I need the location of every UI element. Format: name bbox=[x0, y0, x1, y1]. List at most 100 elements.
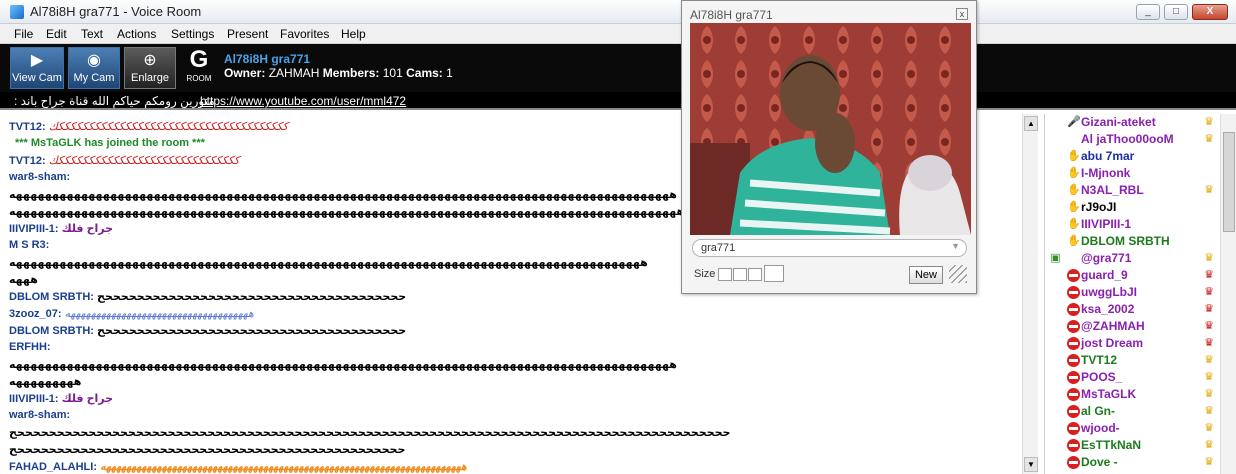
owner-label: Owner: bbox=[224, 66, 266, 80]
play-icon: ▶ bbox=[30, 52, 44, 69]
user-list-item[interactable]: @ZAHMAH ♛ bbox=[1045, 318, 1220, 335]
chat-nick[interactable]: IIIVIPIII-1: bbox=[9, 223, 59, 235]
camera-user-value: gra771 bbox=[701, 242, 736, 254]
chat-nick[interactable]: war8-sham: bbox=[9, 409, 70, 421]
no-entry-icon bbox=[1067, 388, 1080, 401]
size-large-button[interactable] bbox=[748, 268, 762, 281]
enlarge-label: Enlarge bbox=[131, 72, 169, 84]
user-list-item[interactable]: Al jaThoo00ooM ♛ bbox=[1045, 131, 1220, 148]
chat-text: ههههههههههههههههههههههههههههههههههههه bbox=[64, 308, 254, 320]
size-small-button[interactable] bbox=[718, 268, 732, 281]
size-xlarge-button[interactable] bbox=[764, 265, 784, 282]
user-list-item[interactable]: 🎤 Gizani-ateket ♛ bbox=[1045, 114, 1220, 131]
view-cam-button[interactable]: ▶ View Cam bbox=[10, 47, 64, 89]
magnifier-icon: ⊕ bbox=[143, 52, 157, 69]
user-list-item[interactable]: ✋ DBLOM SRBTH bbox=[1045, 233, 1220, 250]
user-list-item[interactable]: MsTaGLK ♛ bbox=[1045, 386, 1220, 403]
close-button[interactable]: X bbox=[1192, 4, 1228, 20]
chat-nick[interactable]: IIIVIPIII-1: bbox=[9, 393, 59, 405]
user-list[interactable]: 🎤 Gizani-ateket ♛ Al jaThoo00ooM ♛ ✋ abu 7mar ✋… bbox=[1044, 114, 1220, 474]
user-list-scrollbar[interactable] bbox=[1220, 114, 1236, 474]
chevron-down-icon[interactable]: ▼ bbox=[951, 241, 960, 251]
chat-nick[interactable]: 3zooz_07: bbox=[9, 308, 62, 320]
red-crown-icon: ♛ bbox=[1204, 320, 1214, 332]
camera-window[interactable]: Al78i8H gra771 x gra771 ▼ Size New bbox=[681, 0, 977, 294]
chat-nick[interactable]: DBLOM SRBTH: bbox=[9, 325, 94, 337]
user-list-item[interactable]: TVT12 ♛ bbox=[1045, 352, 1220, 369]
chat-nick[interactable]: ERFHH: bbox=[9, 341, 51, 353]
menu-bar: File Edit Text Actions Settings Present … bbox=[0, 24, 1236, 44]
maximize-button[interactable]: □ bbox=[1164, 4, 1188, 20]
chat-message: IIIVIPIII-1: جراح فلك bbox=[9, 392, 1022, 409]
user-name: DBLOM SRBTH bbox=[1081, 234, 1170, 248]
user-list-item[interactable]: ✋ IIIVIPIII-1 bbox=[1045, 216, 1220, 233]
user-list-item[interactable]: ▣ @gra771 ♛ bbox=[1045, 250, 1220, 267]
user-list-item[interactable]: ksa_2002 ♛ bbox=[1045, 301, 1220, 318]
room-info: Owner: ZAHMAH Members: 101 Cams: 1 bbox=[224, 66, 453, 80]
minimize-button[interactable]: _ bbox=[1136, 4, 1160, 20]
resize-grip-icon[interactable] bbox=[949, 265, 967, 283]
menu-present[interactable]: Present bbox=[227, 27, 268, 41]
scroll-down-icon[interactable]: ▼ bbox=[1024, 457, 1038, 472]
user-list-item[interactable]: ✋ abu 7mar bbox=[1045, 148, 1220, 165]
scroll-thumb[interactable] bbox=[1223, 132, 1235, 232]
chat-text: جراح فلك bbox=[61, 223, 114, 235]
user-list-item[interactable]: ✋ rJ9oJI bbox=[1045, 199, 1220, 216]
crown-icon: ♛ bbox=[1204, 371, 1214, 383]
menu-help[interactable]: Help bbox=[341, 27, 366, 41]
menu-favorites[interactable]: Favorites bbox=[280, 27, 329, 41]
user-name: POOS_ bbox=[1081, 370, 1123, 384]
new-button[interactable]: New bbox=[909, 266, 943, 284]
user-list-item[interactable]: EsTTkNaN ♛ bbox=[1045, 437, 1220, 454]
chat-nick[interactable]: TVT12: bbox=[9, 121, 46, 133]
chat-message: حححححححححححححححححححححححححححححححححححححححح… bbox=[9, 443, 1022, 460]
chat-nick[interactable]: war8-sham: bbox=[9, 171, 70, 183]
menu-edit[interactable]: Edit bbox=[46, 27, 67, 41]
chat-text: حححححححححححححححححححححححححححححححححححححححح… bbox=[9, 427, 731, 439]
chat-nick[interactable]: TVT12: bbox=[9, 155, 46, 167]
user-name: ksa_2002 bbox=[1081, 302, 1135, 316]
no-entry-icon bbox=[1067, 269, 1080, 282]
scroll-up-icon[interactable]: ▲ bbox=[1024, 116, 1038, 131]
members-value: 101 bbox=[382, 66, 403, 80]
user-list-item[interactable]: al Gn- ♛ bbox=[1045, 403, 1220, 420]
chat-text: هههههههههههههههههههههههههههههههههههههههه… bbox=[9, 359, 677, 371]
no-entry-icon bbox=[1067, 371, 1080, 384]
chat-nick[interactable]: DBLOM SRBTH: bbox=[9, 291, 94, 303]
user-list-item[interactable]: POOS_ ♛ bbox=[1045, 369, 1220, 386]
user-list-item[interactable]: Dove - ♛ bbox=[1045, 454, 1220, 471]
enlarge-button[interactable]: ⊕ Enlarge bbox=[124, 47, 176, 89]
user-list-item[interactable]: ✋ N3AL_RBL ♛ bbox=[1045, 182, 1220, 199]
user-list-item[interactable]: guard_9 ♛ bbox=[1045, 267, 1220, 284]
chat-message: ERFHH: bbox=[9, 341, 1022, 358]
user-list-item[interactable]: wjood- ♛ bbox=[1045, 420, 1220, 437]
chat-text: ككككككككككككككككككككككككككككككك bbox=[48, 155, 240, 167]
menu-file[interactable]: File bbox=[14, 27, 33, 41]
chat-scrollbar[interactable]: ▲ ▼ bbox=[1022, 114, 1038, 474]
red-crown-icon: ♛ bbox=[1204, 337, 1214, 349]
camera-user-select[interactable]: gra771 ▼ bbox=[692, 239, 967, 257]
crown-icon: ♛ bbox=[1204, 456, 1214, 468]
cam-icon: ▣ bbox=[1050, 252, 1061, 264]
my-cam-button[interactable]: ◉ My Cam bbox=[68, 47, 120, 89]
camera-close-icon[interactable]: x bbox=[956, 8, 968, 20]
topic-link[interactable]: https://www.youtube.com/user/mml472 bbox=[200, 94, 406, 108]
chat-nick[interactable]: M S R3: bbox=[9, 239, 49, 251]
user-list-item[interactable]: uwggLbJI ♛ bbox=[1045, 284, 1220, 301]
app-icon bbox=[10, 5, 24, 19]
menu-settings[interactable]: Settings bbox=[171, 27, 214, 41]
chat-nick[interactable]: FAHAD_ALAHLI: bbox=[9, 461, 97, 473]
menu-actions[interactable]: Actions bbox=[117, 27, 156, 41]
crown-icon: ♛ bbox=[1204, 422, 1214, 434]
user-list-item[interactable]: ✋ I-Mjnonk bbox=[1045, 165, 1220, 182]
size-medium-button[interactable] bbox=[733, 268, 747, 281]
red-crown-icon: ♛ bbox=[1204, 303, 1214, 315]
cams-value: 1 bbox=[446, 66, 453, 80]
user-name: Gizani-ateket bbox=[1081, 115, 1156, 129]
view-cam-label: View Cam bbox=[12, 72, 62, 84]
my-cam-label: My Cam bbox=[73, 72, 115, 84]
menu-text[interactable]: Text bbox=[81, 27, 103, 41]
no-entry-icon bbox=[1067, 456, 1080, 469]
user-name: rJ9oJI bbox=[1081, 200, 1117, 214]
user-list-item[interactable]: jost Dream ♛ bbox=[1045, 335, 1220, 352]
